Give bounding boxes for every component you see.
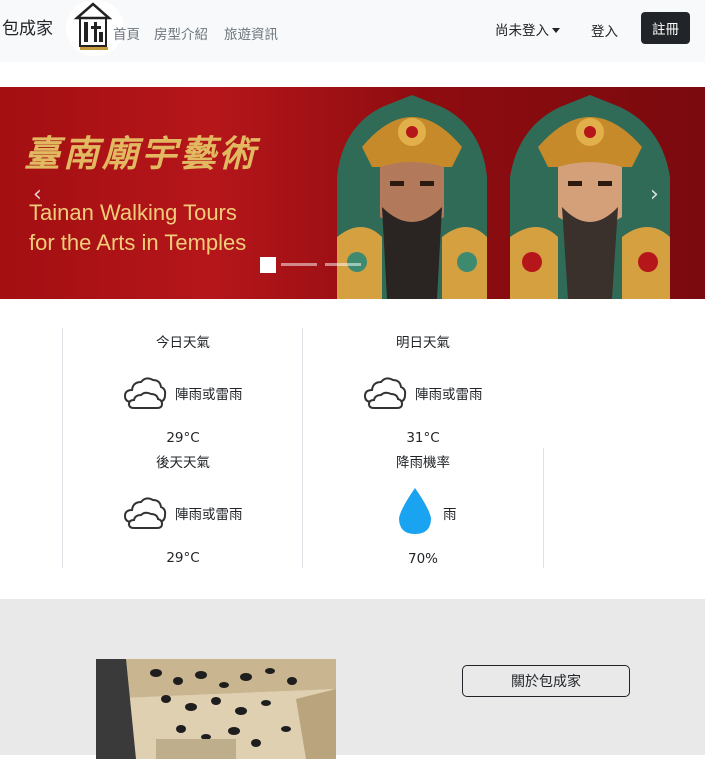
weather-desc: 陣雨或雷雨 bbox=[415, 387, 483, 403]
about-image bbox=[96, 659, 336, 759]
weather-temp: 29°C bbox=[166, 550, 200, 566]
cloud-icon bbox=[123, 377, 167, 409]
banner-title-cn: 臺南廟宇藝術 bbox=[24, 133, 259, 175]
about-button[interactable]: 關於包成家 bbox=[462, 665, 630, 697]
brand-name[interactable]: 包成家 bbox=[2, 14, 53, 39]
weather-card-day-after: 後天天氣 陣雨或雷雨 29°C bbox=[62, 448, 303, 568]
carousel-indicator-2[interactable] bbox=[281, 263, 317, 266]
navbar: 包成家 首頁 房型介紹 旅遊資訊 尚未登入 登入 註冊 bbox=[0, 0, 705, 62]
weather-desc: 雨 bbox=[443, 507, 457, 523]
weather-title: 降雨機率 bbox=[396, 455, 450, 471]
cloud-icon bbox=[363, 377, 407, 409]
weather-desc: 陣雨或雷雨 bbox=[175, 387, 243, 403]
weather-desc: 陣雨或雷雨 bbox=[175, 507, 243, 523]
carousel-indicator-3[interactable] bbox=[325, 263, 361, 266]
weather-card-tomorrow: 明日天氣 陣雨或雷雨 31°C bbox=[302, 328, 543, 448]
banner-title-en-line1: Tainan Walking Tours bbox=[29, 200, 237, 225]
cloud-icon bbox=[123, 497, 167, 529]
weather-card-rain-chance: 降雨機率 雨 70% bbox=[302, 448, 544, 568]
weather-title: 後天天氣 bbox=[156, 455, 210, 471]
banner-title-en-line2: for the Arts in Temples bbox=[29, 230, 247, 255]
login-link[interactable]: 登入 bbox=[591, 20, 618, 40]
raindrop-icon bbox=[399, 488, 431, 534]
weather-title: 今日天氣 bbox=[156, 335, 210, 351]
user-menu-label: 尚未登入 bbox=[495, 23, 549, 39]
caret-down-icon bbox=[552, 28, 560, 33]
weather-card-today: 今日天氣 陣雨或雷雨 29°C bbox=[62, 328, 303, 448]
nav-travel[interactable]: 旅遊資訊 bbox=[224, 23, 278, 43]
user-menu-dropdown[interactable]: 尚未登入 bbox=[495, 19, 560, 39]
weather-temp: 31°C bbox=[406, 430, 440, 446]
weather-title: 明日天氣 bbox=[396, 335, 450, 351]
nav-rooms[interactable]: 房型介紹 bbox=[154, 23, 208, 43]
carousel-indicator-1[interactable] bbox=[260, 257, 276, 273]
door-god-image-left bbox=[337, 95, 487, 299]
nav-home[interactable]: 首頁 bbox=[113, 23, 140, 43]
register-button[interactable]: 註冊 bbox=[641, 12, 690, 44]
weather-rain-percent: 70% bbox=[407, 551, 438, 567]
carousel-prev-icon[interactable]: ‹ bbox=[33, 182, 42, 207]
carousel-next-icon[interactable]: › bbox=[650, 182, 659, 207]
hero-carousel: 臺南廟宇藝術 Tainan Walking Tours for the Arts… bbox=[0, 87, 705, 299]
about-section: 關於包成家 bbox=[0, 599, 705, 759]
weather-temp: 29°C bbox=[166, 430, 200, 446]
